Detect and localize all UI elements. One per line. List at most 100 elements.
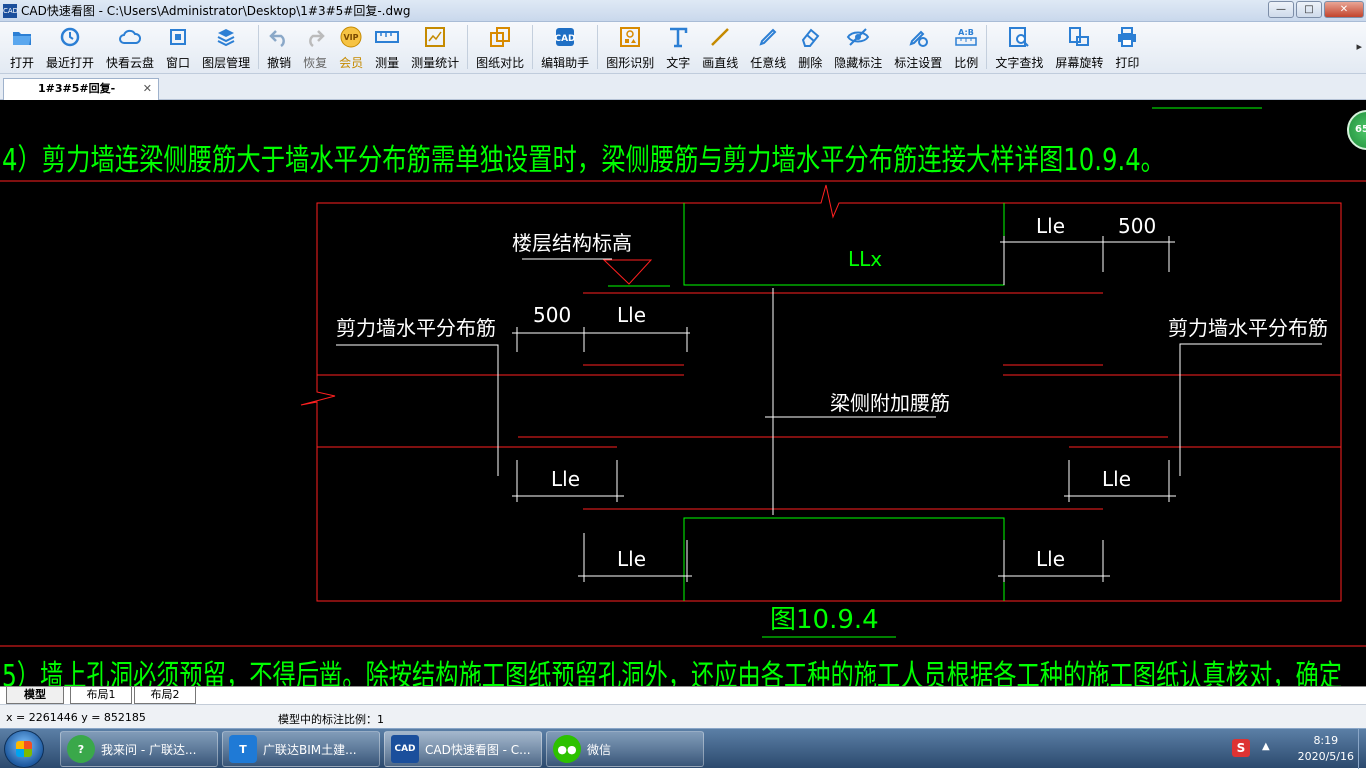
rotate-screen-button[interactable]: 屏幕旋转 (1049, 22, 1109, 72)
freehand-button[interactable]: 任意线 (744, 22, 792, 72)
toolbar-separator (597, 25, 599, 69)
ruler-icon (375, 25, 400, 49)
compare-icon (488, 25, 512, 49)
redo-button[interactable]: 恢复 (297, 22, 333, 72)
toolbar-separator (532, 25, 534, 69)
hide-annotation-icon (846, 25, 870, 49)
dim-lle-mid-left: Lle (617, 303, 646, 327)
measure-button[interactable]: 测量 (369, 22, 405, 72)
task-wechat[interactable]: ●● 微信 (546, 731, 704, 767)
dimension-top-right (1000, 236, 1175, 285)
dim-lle-lower-left: Lle (551, 467, 580, 491)
task-glodon-bim[interactable]: T 广联达BIM土建... (222, 731, 380, 767)
edit-assist-icon: CAD (553, 25, 577, 49)
eraser-icon (798, 25, 822, 49)
annotation-settings-button[interactable]: 标注设置 (888, 22, 948, 72)
wall-outline (300, 184, 1342, 602)
tab-close-icon[interactable]: ✕ (143, 79, 152, 99)
scale-icon: A:B (954, 25, 978, 49)
system-tray: S ▲ 8:19 2020/5/16 (1226, 729, 1366, 769)
layers-button[interactable]: 图层管理 (196, 22, 256, 72)
document-tab[interactable]: 1#3#5#回复- ✕ (3, 78, 159, 100)
document-tab-label: 1#3#5#回复- (38, 82, 116, 95)
elevation-triangle (602, 259, 653, 285)
svg-text:VIP: VIP (344, 33, 359, 42)
wall-rebar-leader-left (336, 344, 499, 476)
tab-layout1[interactable]: 布局1 (70, 687, 132, 704)
dim-lle-bottom-right: Lle (1036, 547, 1065, 571)
freehand-icon (756, 25, 780, 49)
heading-5: 5）墙上孔洞必须预留，不得后凿。除按结构施工图纸预留孔洞外，还应由各工种的施工人… (2, 659, 1342, 686)
layout-tabs: 模型 布局1 布局2 (0, 686, 1366, 704)
windows-taskbar: ? 我来问 - 广联达... T 广联达BIM土建... CAD CAD快速看图… (0, 728, 1366, 769)
rotate-screen-icon (1067, 25, 1091, 49)
cloud-button[interactable]: 快看云盘 (100, 22, 160, 72)
edit-assist-button[interactable]: CAD 编辑助手 (535, 22, 595, 72)
compare-button[interactable]: 图纸对比 (470, 22, 530, 72)
measure-stats-button[interactable]: 测量统计 (405, 22, 465, 72)
heading-4: 4）剪力墙连梁侧腰筋大于墙水平分布筋需单独设置时，梁侧腰筋与剪力墙水平分布筋连接… (2, 143, 1165, 178)
cad-drawing: 4）剪力墙连梁侧腰筋大于墙水平分布筋需单独设置时，梁侧腰筋与剪力墙水平分布筋连接… (0, 107, 1366, 686)
dim-lle-lower-right: Lle (1102, 467, 1131, 491)
waist-rebar-label: 梁侧附加腰筋 (830, 391, 950, 415)
text-button[interactable]: 文字 (660, 22, 696, 72)
toolbar-separator (467, 25, 469, 69)
close-button[interactable]: ✕ (1324, 1, 1364, 18)
shape-recognition-button[interactable]: 图形识别 (600, 22, 660, 72)
wall-rebar-leader-right (1179, 343, 1322, 476)
tab-model[interactable]: 模型 (6, 687, 64, 704)
glodon-question-icon: ? (67, 735, 95, 763)
beam-bottom-outline (683, 517, 1005, 601)
status-bar: x = 2261446 y = 852185 模型中的标注比例：1 (0, 704, 1366, 728)
document-tab-strip: 1#3#5#回复- ✕ (0, 74, 1366, 100)
undo-button[interactable]: 撤销 (261, 22, 297, 72)
dimension-mid-left (512, 327, 690, 352)
hide-annotation-button[interactable]: 隐藏标注 (828, 22, 888, 72)
minimize-button[interactable]: — (1268, 1, 1294, 18)
cad-app-icon: CAD (3, 3, 18, 18)
wechat-icon: ●● (553, 735, 581, 763)
cursor-coordinates: x = 2261446 y = 852185 (6, 711, 146, 724)
layers-icon (214, 25, 238, 49)
text-icon (666, 25, 690, 49)
delete-button[interactable]: 删除 (792, 22, 828, 72)
tab-layout2[interactable]: 布局2 (134, 687, 196, 704)
task-cad-viewer[interactable]: CAD CAD快速看图 - C... (384, 731, 542, 767)
window-icon (166, 25, 190, 49)
drawing-canvas[interactable]: 4）剪力墙连梁侧腰筋大于墙水平分布筋需单独设置时，梁侧腰筋与剪力墙水平分布筋连接… (0, 100, 1366, 686)
main-toolbar: 打开 最近打开 快看云盘 窗口 图层管理 撤销 恢复 VIP 会员 测量 测量统… (0, 22, 1366, 74)
sogou-ime-icon[interactable]: S (1232, 739, 1250, 757)
maximize-button[interactable]: □ (1296, 1, 1322, 18)
show-desktop-button[interactable] (1358, 729, 1366, 769)
dim-500-mid-left: 500 (533, 303, 571, 327)
start-button[interactable] (4, 730, 44, 768)
folder-open-icon (10, 25, 34, 49)
print-button[interactable]: 打印 (1109, 22, 1145, 72)
print-icon (1115, 25, 1139, 49)
beam-label: LLx (848, 247, 882, 271)
measure-stats-icon (423, 25, 447, 49)
dim-lle-bottom-left: Lle (617, 547, 646, 571)
clock-time: 8:19 (1313, 734, 1339, 747)
annotation-settings-icon (906, 25, 930, 49)
floor-elevation-label: 楼层结构标高 (512, 231, 632, 255)
dim-lle-top-right: Lle (1036, 214, 1065, 238)
cad-app-icon: CAD (391, 735, 419, 763)
scale-button[interactable]: A:B 比例 (948, 22, 984, 72)
vip-button[interactable]: VIP 会员 (333, 22, 369, 72)
toolbar-more-button[interactable]: ▸ (1356, 40, 1362, 53)
open-button[interactable]: 打开 (4, 22, 40, 72)
tray-expand-icon[interactable]: ▲ (1262, 741, 1270, 752)
dim-500-top-right: 500 (1118, 214, 1156, 238)
recent-button[interactable]: 最近打开 (40, 22, 100, 72)
draw-line-button[interactable]: 画直线 (696, 22, 744, 72)
task-glodon-question[interactable]: ? 我来问 - 广联达... (60, 731, 218, 767)
wall-rebar-label-left: 剪力墙水平分布筋 (336, 316, 496, 340)
history-icon (58, 25, 82, 49)
window-button[interactable]: 窗口 (160, 22, 196, 72)
annotation-scale: 模型中的标注比例：1 (278, 713, 384, 726)
svg-text:A:B: A:B (958, 28, 974, 37)
text-search-button[interactable]: 文字查找 (989, 22, 1049, 72)
svg-text:CAD: CAD (555, 34, 576, 44)
clock[interactable]: 8:19 2020/5/16 (1298, 733, 1354, 765)
